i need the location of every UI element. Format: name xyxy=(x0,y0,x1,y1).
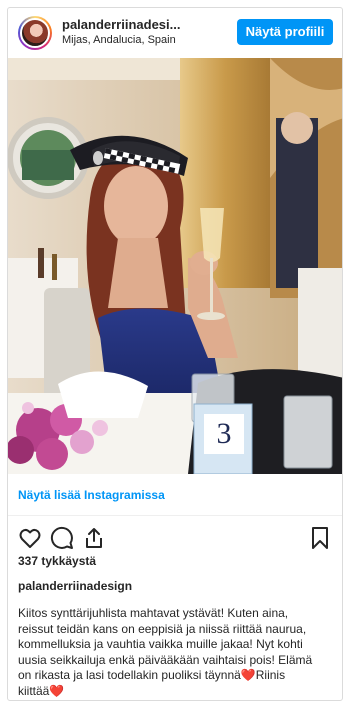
caption: Kiitos synttärijuhlista mahtavat ystävät… xyxy=(8,600,342,699)
avatar[interactable] xyxy=(18,16,52,50)
heart-icon[interactable] xyxy=(18,526,42,550)
instagram-embed-card: palanderriinadesi... Mijas, Andalucia, S… xyxy=(7,7,343,701)
likes-count[interactable]: 337 tykkäystä xyxy=(8,554,342,578)
avatar-image xyxy=(20,18,50,48)
view-more-on-instagram-link[interactable]: Näytä lisää Instagramissa xyxy=(8,474,342,516)
view-profile-button[interactable]: Näytä profiili xyxy=(237,19,333,45)
caption-line: uusia seikkailuja enkä päivääkään vaihta… xyxy=(18,652,313,667)
share-icon[interactable] xyxy=(82,526,106,550)
caption-line: kommelluksia ja vauhtia vaikka muille ja… xyxy=(18,637,303,651)
user-info: palanderriinadesi... Mijas, Andalucia, S… xyxy=(62,17,232,48)
bookmark-icon[interactable] xyxy=(308,526,332,550)
comment-icon[interactable] xyxy=(50,526,74,550)
caption-line: Kiitos synttärijuhlista mahtavat ystävät… xyxy=(18,606,289,620)
owner-username[interactable]: palanderriinadesign xyxy=(8,578,342,600)
username-link[interactable]: palanderriinadesi... xyxy=(62,17,232,33)
post-header: palanderriinadesi... Mijas, Andalucia, S… xyxy=(8,8,342,58)
action-bar xyxy=(8,516,342,554)
photo-illustration xyxy=(8,58,342,474)
caption-line: kiittää❤️ xyxy=(18,683,65,698)
table-number: 3 xyxy=(216,417,232,450)
location-link[interactable]: Mijas, Andalucia, Spain xyxy=(62,33,232,48)
post-photo[interactable]: 3 xyxy=(8,58,342,474)
caption-line: reissut teidän kans on eeppisiä ja niiss… xyxy=(18,621,307,636)
caption-line: on rikasta ja lasi todellakin puoliksi t… xyxy=(18,668,286,682)
